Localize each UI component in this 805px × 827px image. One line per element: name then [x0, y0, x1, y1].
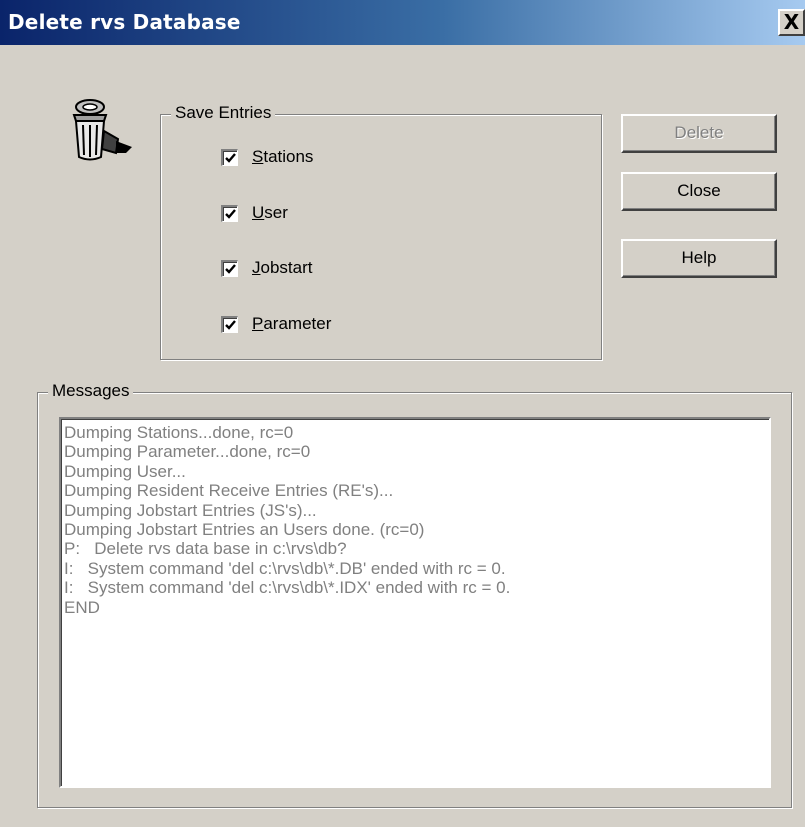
checkmark-icon [225, 208, 236, 219]
delete-button-label: Delete [674, 123, 724, 142]
checkbox-box[interactable] [221, 204, 238, 222]
window-title: Delete rvs Database [8, 10, 241, 34]
message-line: Dumping User... [64, 461, 186, 481]
checkbox-parameter[interactable]: Parameter [221, 311, 331, 337]
message-line: I: System command 'del c:\rvs\db\*.IDX' … [64, 578, 511, 598]
checkbox-user[interactable]: User [221, 200, 288, 226]
message-line: Dumping Parameter...done, rc=0 [64, 442, 311, 462]
save-entries-legend: Save Entries [171, 103, 276, 123]
help-button-label: Help [681, 248, 717, 267]
close-button[interactable]: Close [621, 172, 777, 211]
messages-legend: Messages [48, 381, 134, 401]
message-line: Dumping Stations...done, rc=0 [64, 423, 294, 442]
trash-can-icon [60, 95, 144, 179]
checkbox-label: Stations [252, 147, 314, 166]
message-line: END [64, 597, 100, 617]
delete-button[interactable]: Delete [621, 114, 777, 153]
message-line: Dumping Resident Receive Entries (RE's).… [64, 481, 394, 501]
checkbox-box[interactable] [221, 259, 238, 277]
message-line: I: System command 'del c:\rvs\db\*.DB' e… [64, 558, 506, 578]
checkbox-box[interactable] [221, 315, 238, 333]
checkbox-stations[interactable]: Stations [221, 144, 313, 170]
checkbox-box[interactable] [221, 148, 238, 166]
checkbox-jobstart[interactable]: Jobstart [221, 255, 312, 281]
message-line: Dumping Jobstart Entries (JS's)... [64, 500, 317, 520]
checkmark-icon [225, 152, 236, 163]
save-entries-group: Save Entries Stations User Jobstart Para… [160, 103, 602, 360]
checkbox-label: Parameter [252, 314, 332, 333]
title-bar[interactable]: Delete rvs Database X [0, 0, 805, 45]
checkbox-label: User [252, 203, 288, 222]
checkmark-icon [225, 263, 236, 274]
close-window-button[interactable]: X [778, 9, 805, 36]
close-button-label: Close [677, 181, 721, 200]
help-button[interactable]: Help [621, 239, 777, 278]
messages-textarea[interactable]: Dumping Stations...done, rc=0 Dumping Pa… [59, 417, 771, 788]
checkmark-icon [225, 319, 236, 330]
checkbox-label: Jobstart [252, 258, 313, 277]
message-line: P: Delete rvs data base in c:\rvs\db? [64, 539, 347, 559]
message-line: Dumping Jobstart Entries an Users done. … [64, 520, 425, 540]
